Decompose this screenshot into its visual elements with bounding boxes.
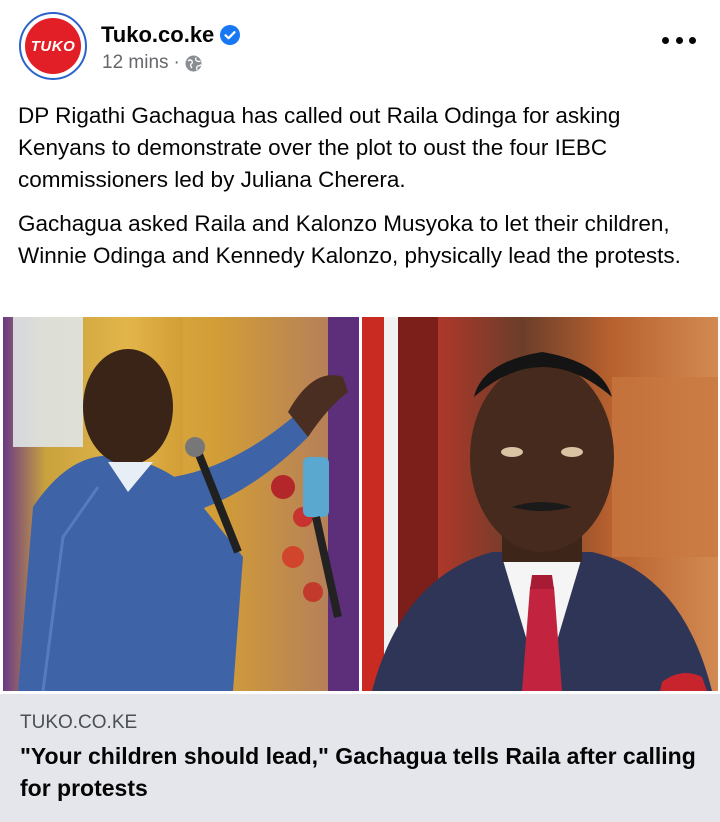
photo-gachagua[interactable] xyxy=(3,317,359,691)
link-preview[interactable]: TUKO.CO.KE "Your children should lead," … xyxy=(0,694,720,822)
globe-icon[interactable] xyxy=(185,55,202,72)
facebook-post: TUKO Tuko.co.ke 12 mins · DP Rigathi Gac… xyxy=(0,0,720,822)
post-images[interactable] xyxy=(0,317,720,691)
link-title[interactable]: "Your children should lead," Gachagua te… xyxy=(20,740,700,804)
photo-raila[interactable] xyxy=(362,317,718,691)
dot xyxy=(675,36,683,44)
tuko-logo: TUKO xyxy=(25,18,81,74)
more-options-icon[interactable] xyxy=(662,30,696,50)
post-paragraph-2: Gachagua asked Raila and Kalonzo Musyoka… xyxy=(18,211,681,268)
dot xyxy=(689,36,696,44)
post-time[interactable]: 12 mins xyxy=(102,52,169,74)
page-name-row: Tuko.co.ke xyxy=(101,22,241,48)
page-name[interactable]: Tuko.co.ke xyxy=(101,22,214,48)
link-domain: TUKO.CO.KE xyxy=(20,712,138,733)
page-avatar[interactable]: TUKO xyxy=(19,12,87,80)
post-text: DP Rigathi Gachagua has called out Raila… xyxy=(18,100,708,284)
meta-separator: · xyxy=(173,52,180,73)
post-header: TUKO Tuko.co.ke 12 mins · xyxy=(0,0,720,92)
verified-badge-icon xyxy=(220,25,241,45)
dot xyxy=(662,36,669,44)
post-paragraph-1: DP Rigathi Gachagua has called out Raila… xyxy=(18,103,621,192)
logo-text: TUKO xyxy=(30,37,76,55)
post-meta: 12 mins · xyxy=(102,52,202,74)
